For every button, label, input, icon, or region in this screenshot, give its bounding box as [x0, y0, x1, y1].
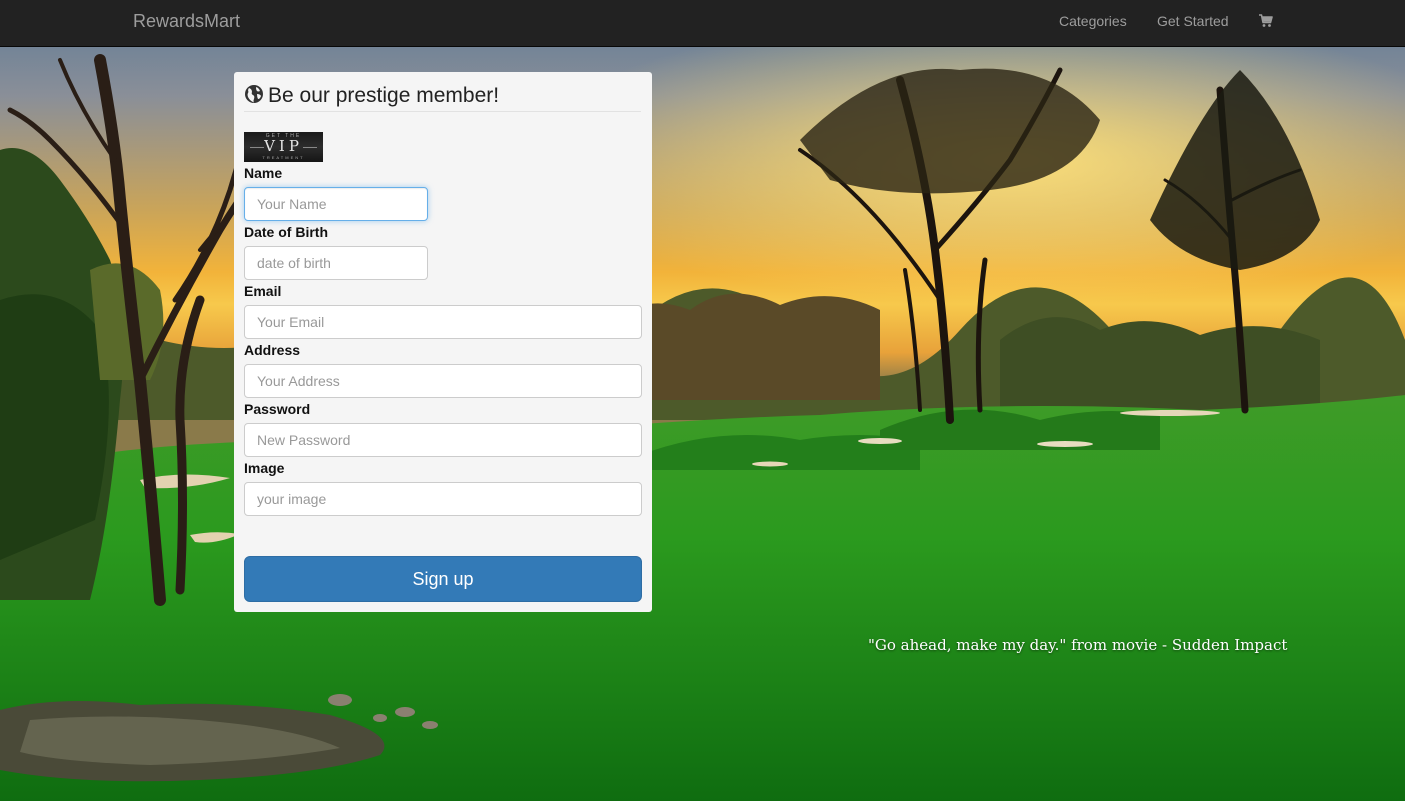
password-label: Password	[244, 401, 311, 417]
vip-badge-bottom-text: TREATMENT	[262, 155, 305, 160]
date-of-birth-label: Date of Birth	[244, 224, 328, 240]
panel-title-text: Be our prestige member!	[268, 84, 500, 107]
password-input[interactable]	[244, 423, 642, 457]
image-label: Image	[244, 460, 285, 476]
address-label: Address	[244, 342, 301, 358]
golf-course-scenery	[0, 0, 1405, 801]
sign-up-button[interactable]: Sign up	[244, 556, 642, 602]
shopping-cart-icon[interactable]	[1258, 13, 1274, 29]
nav-categories-link[interactable]: Categories	[1059, 13, 1127, 29]
address-input[interactable]	[244, 364, 642, 398]
name-input[interactable]	[244, 187, 428, 221]
name-label: Name	[244, 165, 283, 181]
vip-badge-line-right	[303, 147, 317, 148]
vip-badge-main-text: VIP	[264, 137, 303, 155]
signup-panel: Be our prestige member! GET THE VIP TREA…	[234, 72, 652, 612]
date-of-birth-input[interactable]	[244, 246, 428, 280]
movie-quote: "Go ahead, make my day." from movie - Su…	[868, 636, 1288, 654]
background-landscape	[0, 0, 1405, 801]
email-label: Email	[244, 283, 282, 299]
panel-title: Be our prestige member!	[244, 84, 641, 112]
vip-badge-image: GET THE VIP TREATMENT	[244, 132, 323, 162]
nav-get-started-link[interactable]: Get Started	[1157, 13, 1229, 29]
top-navbar: RewardsMart Categories Get Started	[0, 0, 1405, 47]
globe-icon	[244, 84, 264, 104]
email-input[interactable]	[244, 305, 642, 339]
image-input[interactable]	[244, 482, 642, 516]
brand-link[interactable]: RewardsMart	[133, 11, 240, 31]
